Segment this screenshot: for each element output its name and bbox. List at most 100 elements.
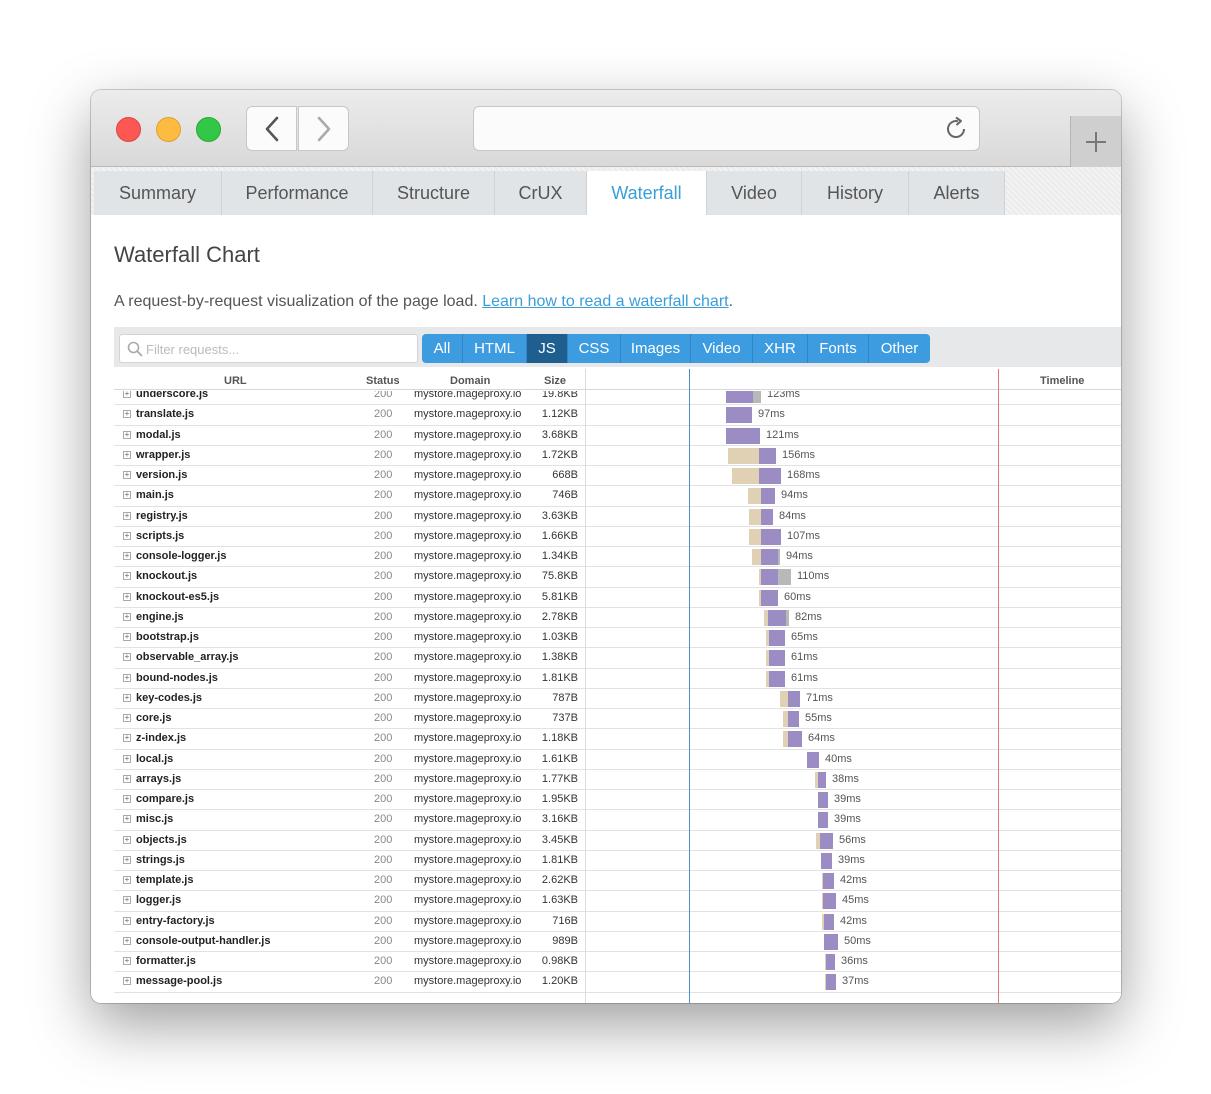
timeline-bar[interactable] <box>822 913 834 930</box>
expand-row-icon[interactable]: + <box>123 450 131 459</box>
timeline-bar[interactable] <box>818 792 828 808</box>
expand-row-icon[interactable]: + <box>123 896 131 905</box>
filter-all-button[interactable]: All <box>422 334 463 363</box>
filter-requests-input[interactable] <box>146 338 411 360</box>
table-row[interactable]: + core.js 200 mystore.mageproxy.io 737B 55ms <box>114 709 1121 730</box>
table-row[interactable]: + local.js 200 mystore.mageproxy.io 1.61KB 40… <box>114 750 1121 770</box>
tab-summary[interactable]: Summary <box>94 171 222 215</box>
timeline-bar[interactable] <box>764 609 789 626</box>
expand-row-icon[interactable]: + <box>123 936 131 945</box>
expand-row-icon[interactable]: + <box>123 430 131 439</box>
expand-row-icon[interactable]: + <box>123 511 131 520</box>
table-row[interactable]: + z-index.js 200 mystore.mageproxy.io 1.18KB… <box>114 729 1121 750</box>
filter-video-button[interactable]: Video <box>691 334 753 363</box>
expand-row-icon[interactable]: + <box>123 592 131 601</box>
close-window-button[interactable] <box>116 117 141 142</box>
expand-row-icon[interactable]: + <box>123 410 131 419</box>
expand-row-icon[interactable]: + <box>123 957 131 965</box>
request-url[interactable]: bootstrap.js <box>136 631 199 643</box>
table-row[interactable]: + engine.js 200 mystore.mageproxy.io 2.78KB 8… <box>114 608 1121 628</box>
table-row[interactable]: + console-logger.js 200 mystore.mageproxy.i… <box>114 547 1121 568</box>
timeline-bar[interactable] <box>749 528 781 545</box>
expand-row-icon[interactable]: + <box>123 612 131 621</box>
request-url[interactable]: local.js <box>136 753 173 765</box>
table-row[interactable]: + formatter.js 200 mystore.mageproxy.io 0.98… <box>114 952 1121 973</box>
expand-row-icon[interactable]: + <box>123 774 131 783</box>
tab-history[interactable]: History <box>802 171 909 215</box>
maximize-window-button[interactable] <box>196 117 221 142</box>
timeline-bar[interactable] <box>766 630 785 646</box>
timeline-bar[interactable] <box>822 873 834 889</box>
timeline-bar[interactable] <box>825 974 836 991</box>
request-url[interactable]: compare.js <box>136 793 194 805</box>
timeline-bar[interactable] <box>759 589 778 606</box>
request-url[interactable]: knockout.js <box>136 570 197 582</box>
request-url[interactable]: observable_array.js <box>136 651 239 663</box>
table-row[interactable]: + strings.js 200 mystore.mageproxy.io 1.81KB… <box>114 851 1121 871</box>
table-row[interactable]: + wrapper.js 200 mystore.mageproxy.io 1.72KB… <box>114 446 1121 466</box>
expand-row-icon[interactable]: + <box>123 391 131 398</box>
expand-row-icon[interactable]: + <box>123 754 131 763</box>
table-row[interactable]: + knockout-es5.js 200 mystore.mageproxy.io 5… <box>114 588 1121 608</box>
request-url[interactable]: misc.js <box>136 813 173 825</box>
timeline-bar[interactable] <box>748 488 775 505</box>
request-url[interactable]: template.js <box>136 874 193 886</box>
table-row[interactable]: + entry-factory.js 200 mystore.mageproxy.io… <box>114 912 1121 932</box>
address-bar[interactable] <box>473 106 980 151</box>
timeline-bar[interactable] <box>732 468 781 484</box>
expand-row-icon[interactable]: + <box>123 673 131 682</box>
request-url[interactable]: strings.js <box>136 854 185 866</box>
back-button[interactable] <box>246 106 297 151</box>
timeline-bar[interactable] <box>783 711 799 727</box>
request-url[interactable]: modal.js <box>136 429 181 441</box>
request-url[interactable]: arrays.js <box>136 773 181 785</box>
expand-row-icon[interactable]: + <box>123 633 131 641</box>
timeline-bar[interactable] <box>815 771 826 788</box>
forward-button[interactable] <box>298 106 349 151</box>
new-tab-button[interactable] <box>1070 116 1121 167</box>
table-row[interactable]: + template.js 200 mystore.mageproxy.io 2.62K… <box>114 871 1121 892</box>
request-url[interactable]: entry-factory.js <box>136 915 215 927</box>
table-row[interactable]: + translate.js 200 mystore.mageproxy.io 1.12… <box>114 405 1121 426</box>
timeline-bar[interactable] <box>824 933 838 950</box>
filter-images-button[interactable]: Images <box>621 334 691 363</box>
request-url[interactable]: objects.js <box>136 834 187 846</box>
timeline-bar[interactable] <box>780 690 800 707</box>
expand-row-icon[interactable]: + <box>123 572 131 581</box>
filter-html-button[interactable]: HTML <box>463 334 527 363</box>
table-row[interactable]: + misc.js 200 mystore.mageproxy.io 3.16KB 39m… <box>114 810 1121 831</box>
expand-row-icon[interactable]: + <box>123 471 131 479</box>
expand-row-icon[interactable]: + <box>123 977 131 986</box>
column-domain[interactable]: Domain <box>450 375 490 387</box>
timeline-bar[interactable] <box>783 731 802 748</box>
expand-row-icon[interactable]: + <box>123 714 131 722</box>
request-url[interactable]: bound-nodes.js <box>136 672 218 684</box>
filter-xhr-button[interactable]: XHR <box>753 334 808 363</box>
timeline-bar[interactable] <box>752 549 780 565</box>
request-url[interactable]: main.js <box>136 489 174 501</box>
timeline-bar[interactable] <box>816 832 833 849</box>
table-row[interactable]: + registry.js 200 mystore.mageproxy.io 3.63K… <box>114 507 1121 527</box>
request-url[interactable]: scripts.js <box>136 530 184 542</box>
table-row[interactable]: + compare.js 200 mystore.mageproxy.io 1.95KB… <box>114 790 1121 811</box>
table-row[interactable]: + underscore.js 200 mystore.mageproxy.io 19.… <box>114 391 1121 406</box>
expand-row-icon[interactable]: + <box>123 876 131 884</box>
expand-row-icon[interactable]: + <box>123 552 131 560</box>
table-row[interactable]: + objects.js 200 mystore.mageproxy.io 3.45KB… <box>114 831 1121 851</box>
table-row[interactable]: + message-pool.js 200 mystore.mageproxy.io 1… <box>114 972 1121 993</box>
request-url[interactable]: key-codes.js <box>136 692 202 704</box>
table-row[interactable]: + version.js 200 mystore.mageproxy.io 668B 16… <box>114 466 1121 487</box>
filter-search-box[interactable] <box>119 334 418 363</box>
request-url[interactable]: knockout-es5.js <box>136 591 219 603</box>
expand-row-icon[interactable]: + <box>123 734 131 743</box>
timeline-bar[interactable] <box>766 650 785 667</box>
expand-row-icon[interactable]: + <box>123 531 131 540</box>
table-row[interactable]: + main.js 200 mystore.mageproxy.io 746B 94ms <box>114 486 1121 507</box>
request-url[interactable]: logger.js <box>136 894 181 906</box>
expand-row-icon[interactable]: + <box>123 916 131 925</box>
table-row[interactable]: + observable_array.js 200 mystore.mageproxy… <box>114 648 1121 669</box>
request-url[interactable]: version.js <box>136 469 187 481</box>
request-url[interactable]: underscore.js <box>136 391 208 400</box>
table-row[interactable]: + modal.js 200 mystore.mageproxy.io 3.68KB 12… <box>114 426 1121 446</box>
table-row[interactable]: + knockout.js 200 mystore.mageproxy.io 75.8K… <box>114 567 1121 588</box>
